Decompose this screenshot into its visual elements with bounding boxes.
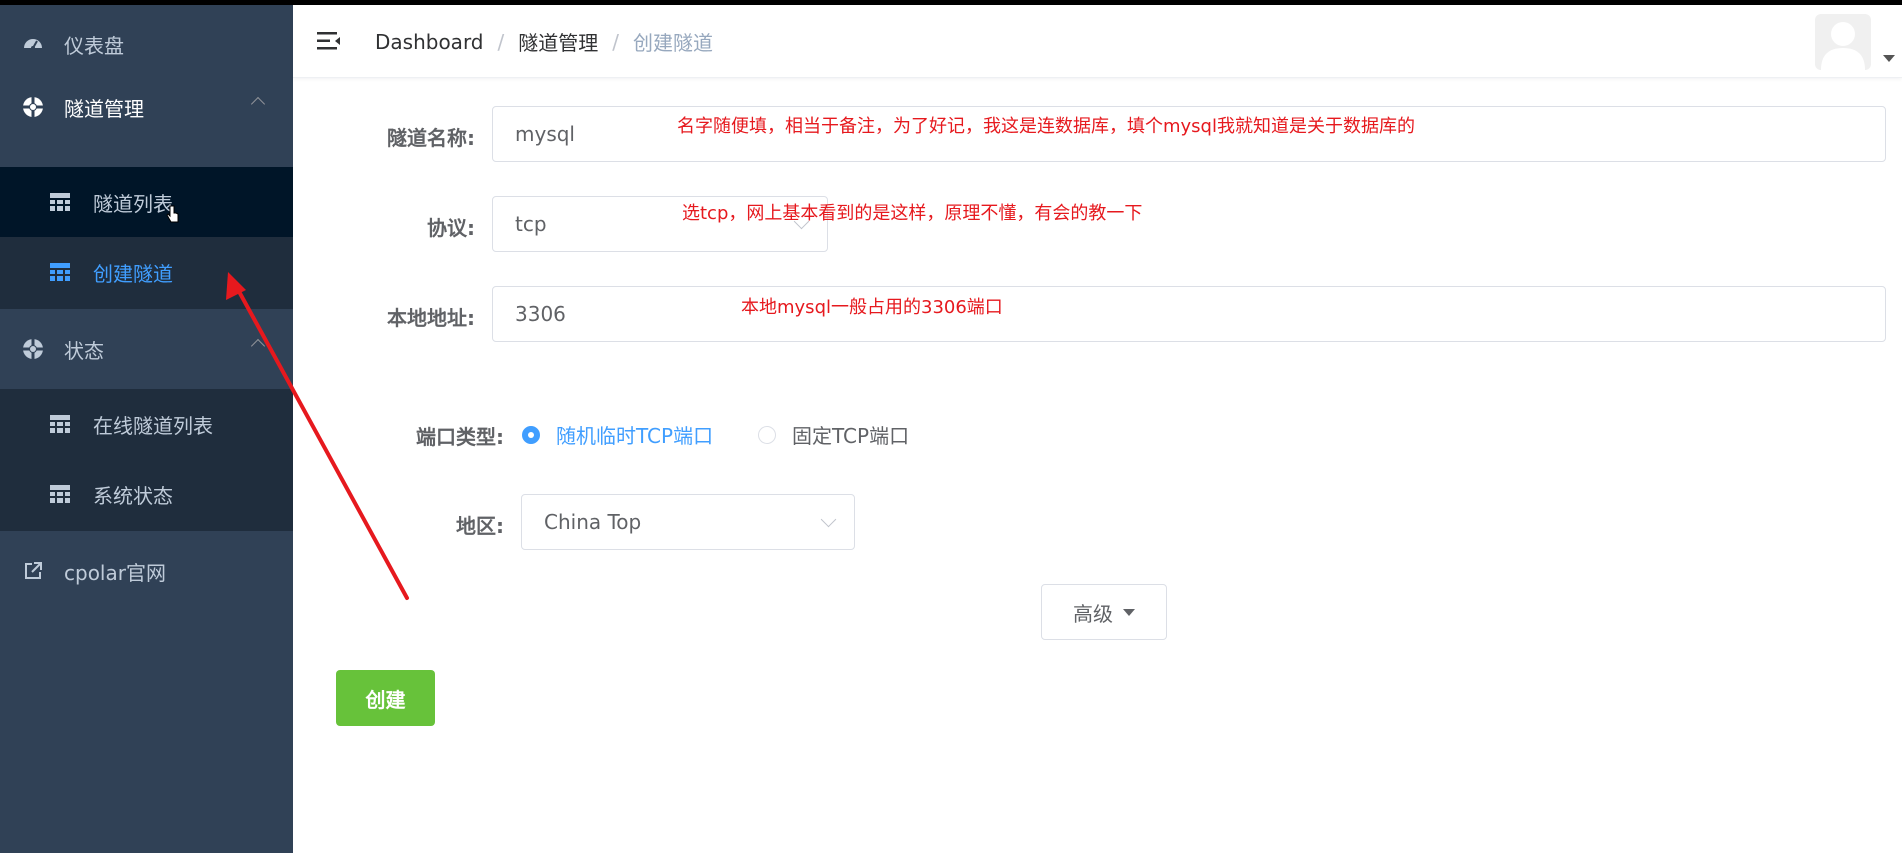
radio-unchecked-icon	[758, 425, 776, 444]
sidebar-item-cpolar-site[interactable]: cpolar官网	[0, 531, 293, 611]
radio-fixed-tcp-port[interactable]: 固定TCP端口	[758, 420, 909, 449]
status-submenu: 在线隧道列表 系统状态	[0, 389, 293, 531]
hand-cursor-icon	[166, 205, 179, 223]
hamburger-icon[interactable]	[317, 31, 341, 51]
port-type-label: 端口类型:	[416, 425, 504, 449]
region-value: China Top	[544, 510, 642, 534]
lifebuoy-icon	[22, 96, 44, 118]
sidebar-item-create-tunnel[interactable]: 创建隧道	[0, 237, 293, 307]
breadcrumb-item-tunnel-management[interactable]: 隧道管理	[518, 27, 598, 56]
chevron-up-icon	[250, 96, 266, 112]
advanced-label: 高级	[1073, 601, 1113, 626]
sidebar-item-tunnel-management[interactable]: 隧道管理	[0, 67, 293, 147]
breadcrumb-item-dashboard[interactable]: Dashboard	[375, 30, 484, 54]
caret-down-icon	[1123, 608, 1135, 616]
radio-label: 固定TCP端口	[792, 424, 910, 448]
breadcrumb-separator: /	[612, 29, 620, 54]
sidebar-item-label: 创建隧道	[93, 261, 173, 286]
protocol-label: 协议:	[427, 216, 475, 240]
avatar[interactable]	[1815, 14, 1871, 70]
tunnel-name-value: mysql	[515, 122, 575, 146]
annotation-local-address-note: 本地mysql一般占用的3306端口	[741, 297, 1003, 318]
external-link-icon	[22, 560, 44, 582]
local-address-input[interactable]: 3306	[492, 286, 1886, 342]
caret-down-icon[interactable]	[1883, 55, 1895, 62]
dashboard-icon	[22, 33, 44, 55]
table-icon	[50, 193, 70, 211]
sidebar-item-label: 状态	[64, 338, 104, 363]
lifebuoy-icon	[22, 338, 44, 360]
region-label: 地区:	[456, 514, 504, 538]
breadcrumb-item-current: 创建隧道	[633, 31, 714, 55]
sidebar-item-label: 仪表盘	[64, 33, 124, 58]
chevron-up-icon	[250, 338, 266, 354]
breadcrumb-separator: /	[497, 29, 505, 54]
radio-label: 随机临时TCP端口	[556, 424, 714, 448]
create-button[interactable]: 创建	[336, 670, 435, 726]
table-icon	[50, 263, 70, 281]
local-address-label: 本地地址:	[387, 306, 475, 330]
annotation-protocol-note: 选tcp，网上基本看到的是这样，原理不懂，有会的教一下	[682, 203, 1143, 224]
breadcrumb: Dashboard / 隧道管理 / 创建隧道	[375, 27, 713, 56]
annotation-name-note: 名字随便填，相当于备注，为了好记，我这是连数据库，填个mysql我就知道是关于数…	[677, 116, 1415, 137]
sidebar-item-label: 系统状态	[93, 483, 173, 508]
sidebar-item-label: cpolar官网	[64, 560, 166, 585]
region-select[interactable]: China Top	[521, 494, 855, 550]
tunnel-submenu: 隧道列表 创建隧道	[0, 167, 293, 309]
sidebar-item-label: 隧道列表	[93, 191, 173, 216]
chevron-down-icon	[820, 511, 837, 528]
sidebar-item-system-status[interactable]: 系统状态	[0, 459, 293, 529]
sidebar: 仪表盘 隧道管理 隧道列表 创建隧道 状态 在线隧道列表 系统状态 cpolar…	[0, 5, 293, 853]
table-icon	[50, 485, 70, 503]
sidebar-item-online-tunnels[interactable]: 在线隧道列表	[0, 389, 293, 459]
sidebar-item-tunnel-list[interactable]: 隧道列表	[0, 167, 293, 237]
table-icon	[50, 415, 70, 433]
navbar: Dashboard / 隧道管理 / 创建隧道	[293, 5, 1902, 78]
sidebar-item-label: 在线隧道列表	[93, 413, 213, 438]
local-address-value: 3306	[515, 302, 566, 326]
create-label: 创建	[365, 687, 406, 712]
sidebar-item-status[interactable]: 状态	[0, 309, 293, 389]
radio-random-tcp-port[interactable]: 随机临时TCP端口	[522, 420, 713, 449]
advanced-button[interactable]: 高级	[1041, 584, 1167, 640]
sidebar-item-label: 隧道管理	[64, 96, 144, 121]
tunnel-name-label: 隧道名称:	[387, 126, 475, 150]
protocol-value: tcp	[515, 212, 547, 236]
radio-checked-icon	[522, 425, 540, 444]
